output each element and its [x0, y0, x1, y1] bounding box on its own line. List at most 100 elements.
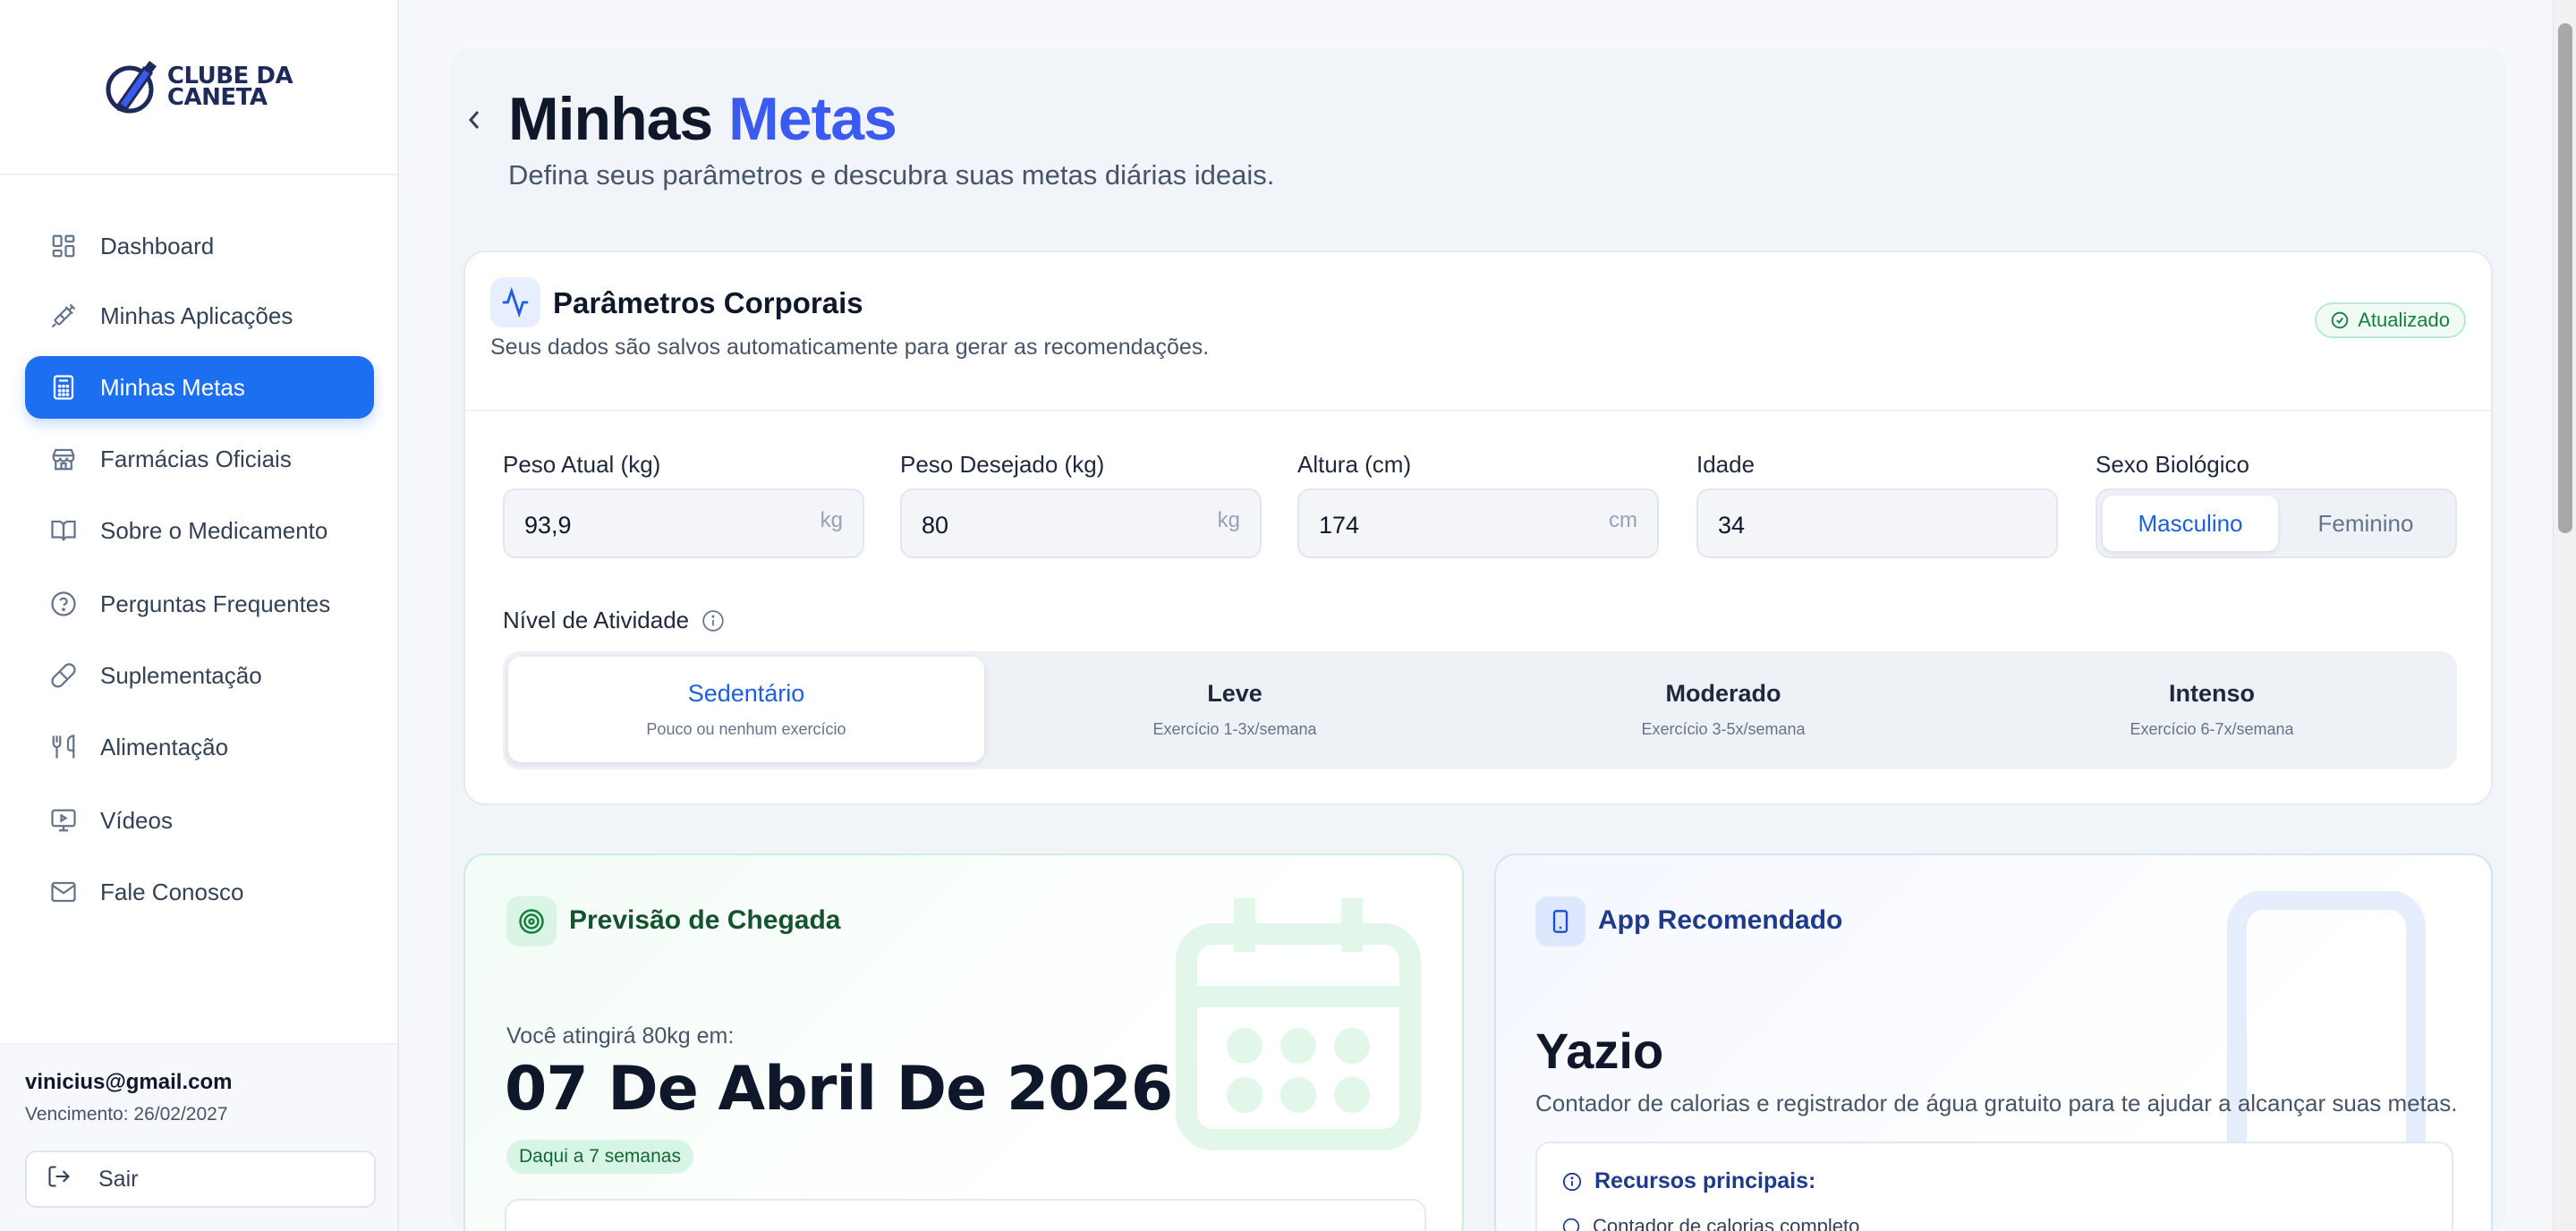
app-resources-box: Recursos principais: Contador de caloria… — [1535, 1142, 2453, 1231]
target-icon — [506, 896, 557, 947]
resources-heading: Recursos principais: — [1562, 1168, 1815, 1194]
arrival-date: 07 De Abril De 2026 — [505, 1054, 1173, 1125]
monitor-play-icon — [48, 805, 79, 836]
sidebar-item-label: Dashboard — [100, 232, 215, 259]
back-button[interactable] — [463, 104, 485, 136]
sex-option-masculino[interactable]: Masculino — [2103, 496, 2278, 551]
sidebar-nav: Dashboard Minhas Aplicações Minhas Metas… — [0, 0, 397, 905]
check-circle-icon — [1562, 1218, 1580, 1231]
page-subtitle: Defina seus parâmetros e descubra suas m… — [508, 159, 1275, 191]
peso-desejado-label: Peso Desejado (kg) — [900, 451, 1105, 478]
sidebar-item-minhas-aplicacoes[interactable]: Minhas Aplicações — [25, 284, 374, 347]
activity-option-moderado[interactable]: Moderado Exercício 3-5x/semana — [1485, 657, 1961, 762]
sidebar-item-label: Sobre o Medicamento — [100, 516, 328, 544]
idade-value: 34 — [1718, 512, 1746, 539]
activity-option-subtitle: Exercício 6-7x/semana — [2130, 720, 2294, 738]
page-scrollbar[interactable] — [2553, 0, 2576, 1231]
idade-field[interactable]: 34 — [1696, 488, 2058, 558]
idade-label: Idade — [1696, 451, 1756, 478]
store-icon — [48, 444, 79, 474]
sidebar-item-label: Alimentação — [100, 733, 229, 760]
logout-button[interactable]: Sair — [25, 1150, 376, 1208]
phone-watermark-icon — [2227, 891, 2426, 1159]
status-text: Atualizado — [2358, 309, 2450, 331]
activity-level-selector: Sedentário Pouco ou nenhum exercício Lev… — [503, 651, 2457, 769]
chevron-left-icon — [468, 111, 480, 129]
calendar-watermark-icon — [1176, 898, 1421, 1150]
dashboard-icon — [48, 231, 79, 261]
info-icon[interactable] — [701, 609, 725, 632]
app-description: Contador de calorias e registrador de ág… — [1535, 1090, 2458, 1116]
sexo-label: Sexo Biológico — [2096, 451, 2249, 478]
user-email: vinicius@gmail.com — [25, 1070, 233, 1094]
pill-icon — [48, 660, 79, 691]
arrival-lead: Você atingirá 80kg em: — [506, 1023, 735, 1048]
peso-desejado-field[interactable]: 80 kg — [900, 488, 1262, 558]
sex-option-feminino[interactable]: Feminino — [2278, 496, 2453, 551]
altura-label: Altura (cm) — [1297, 451, 1412, 478]
resource-item: Contador de calorias completo — [1562, 1215, 1859, 1231]
altura-value: 174 — [1319, 512, 1360, 539]
altura-field[interactable]: 174 cm — [1297, 488, 1659, 558]
sidebar-item-label: Fale Conosco — [100, 878, 244, 905]
peso-atual-label: Peso Atual (kg) — [503, 451, 661, 478]
body-params-card: Parâmetros Corporais Seus dados são salv… — [463, 250, 2493, 805]
activity-option-subtitle: Exercício 1-3x/semana — [1152, 720, 1317, 738]
activity-option-subtitle: Pouco ou nenhum exercício — [646, 720, 846, 738]
user-panel: vinicius@gmail.com Vencimento: 26/02/202… — [0, 1043, 397, 1231]
logout-label: Sair — [98, 1166, 139, 1192]
peso-atual-field[interactable]: 93,9 kg — [503, 488, 864, 558]
params-title: Parâmetros Corporais — [553, 286, 863, 319]
sidebar-item-label: Farmácias Oficiais — [100, 445, 292, 472]
arrival-title: Previsão de Chegada — [569, 905, 841, 935]
status-badge: Atualizado — [2315, 302, 2466, 338]
sidebar-item-label: Suplementação — [100, 661, 262, 689]
sidebar-item-minhas-metas[interactable]: Minhas Metas — [25, 356, 374, 419]
scrollbar-thumb[interactable] — [2558, 23, 2572, 533]
recommended-app-card: App Recomendado Yazio Contador de calori… — [1494, 853, 2493, 1231]
activity-option-title: Sedentário — [687, 680, 805, 707]
arrival-details-box — [505, 1199, 1426, 1231]
sidebar-item-label: Minhas Aplicações — [100, 301, 293, 329]
sidebar-item-label: Perguntas Frequentes — [100, 590, 331, 617]
resources-heading-text: Recursos principais: — [1594, 1168, 1816, 1193]
sidebar-item-sobre-o-medicamento[interactable]: Sobre o Medicamento — [25, 499, 374, 562]
title-part-1: Minhas — [508, 85, 713, 153]
activity-option-sedentario[interactable]: Sedentário Pouco ou nenhum exercício — [508, 657, 984, 762]
app-card-title: App Recomendado — [1598, 905, 1843, 935]
activity-option-subtitle: Exercício 3-5x/semana — [1641, 720, 1806, 738]
sex-toggle: Masculino Feminino — [2096, 488, 2457, 558]
book-open-icon — [48, 515, 79, 546]
peso-desejado-value: 80 — [922, 512, 949, 539]
params-card-header: Parâmetros Corporais Seus dados são salv… — [465, 252, 2491, 412]
log-out-icon — [47, 1164, 72, 1195]
page-title: Minhas Metas — [508, 84, 897, 154]
sidebar-item-suplementacao[interactable]: Suplementação — [25, 644, 374, 707]
app-name: Yazio — [1535, 1023, 1664, 1079]
activity-option-title: Leve — [1207, 680, 1262, 707]
main-content: Minhas Metas Defina seus parâmetros e de… — [451, 48, 2505, 1231]
peso-atual-unit: kg — [820, 508, 843, 532]
sidebar: CLUBE DA CANETA Dashboard Minhas Aplicaç… — [0, 0, 399, 1231]
sidebar-item-perguntas-frequentes[interactable]: Perguntas Frequentes — [25, 573, 374, 635]
params-description: Seus dados são salvos automaticamente pa… — [490, 335, 1210, 360]
mail-icon — [48, 877, 79, 907]
activity-option-intenso[interactable]: Intenso Exercício 6-7x/semana — [1974, 657, 2450, 762]
sidebar-item-label: Vídeos — [100, 806, 173, 834]
sidebar-item-fale-conosco[interactable]: Fale Conosco — [25, 861, 374, 923]
sidebar-item-videos[interactable]: Vídeos — [25, 789, 374, 852]
sidebar-item-label: Minhas Metas — [100, 373, 245, 401]
subscription-expiry: Vencimento: 26/02/2027 — [25, 1104, 228, 1125]
activity-option-leve[interactable]: Leve Exercício 1-3x/semana — [997, 657, 1473, 762]
sidebar-item-farmacias-oficiais[interactable]: Farmácias Oficiais — [25, 428, 374, 490]
sidebar-item-alimentacao[interactable]: Alimentação — [25, 716, 374, 778]
peso-desejado-unit: kg — [1217, 508, 1240, 532]
calculator-icon — [48, 372, 79, 403]
arrival-eta-badge: Daqui a 7 semanas — [506, 1140, 693, 1174]
sidebar-item-dashboard[interactable]: Dashboard — [25, 215, 374, 277]
activity-option-title: Intenso — [2168, 680, 2255, 707]
altura-unit: cm — [1609, 508, 1637, 532]
activity-icon — [490, 277, 540, 327]
utensils-icon — [48, 732, 79, 762]
resource-item-text: Contador de calorias completo — [1593, 1215, 1860, 1231]
